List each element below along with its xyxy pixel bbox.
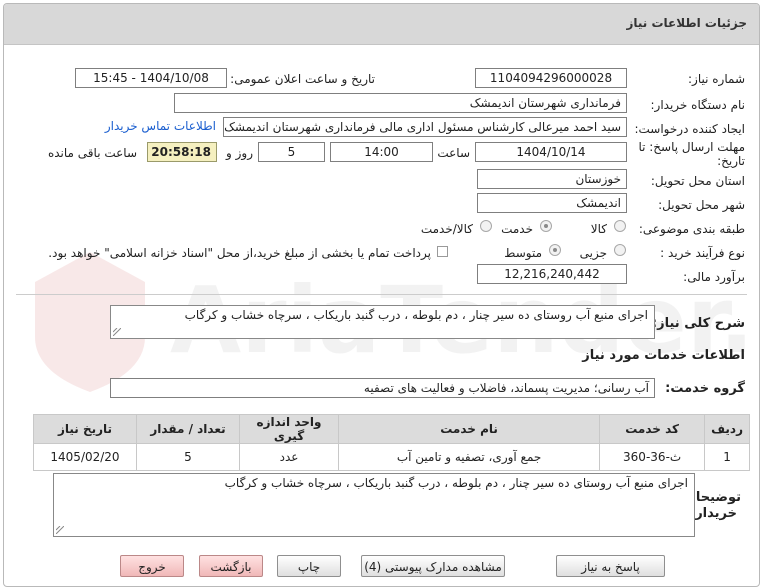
summary-textarea[interactable]: اجرای منبع آب روستای ده سیر چنار ، دم بل… xyxy=(110,305,655,339)
need-number-field: 1104094296000028 xyxy=(475,68,627,88)
announce-field: 1404/10/08 - 15:45 xyxy=(75,68,227,88)
deadline-time-field: 14:00 xyxy=(330,142,433,162)
buyer-org-label: نام دستگاه خریدار: xyxy=(650,98,746,112)
category-option-goods: کالا xyxy=(590,222,607,236)
summary-text: اجرای منبع آب روستای ده سیر چنار ، دم بل… xyxy=(184,308,648,322)
buyer-contact-link[interactable]: اطلاعات تماس خریدار xyxy=(105,119,216,133)
back-button[interactable]: بازگشت xyxy=(199,555,263,577)
buyer-notes-text: اجرای منبع آب روستای ده سیر چنار ، دم بل… xyxy=(224,476,688,490)
col-unit: واحد اندازه گیری xyxy=(239,414,339,444)
budget-field: 12,216,240,442 xyxy=(477,264,627,284)
divider xyxy=(16,294,747,295)
buyer-notes-textarea[interactable]: اجرای منبع آب روستای ده سیر چنار ، دم بل… xyxy=(53,473,695,537)
row-index: 1 xyxy=(704,443,750,471)
panel-title: جزئیات اطلاعات نیاز xyxy=(626,16,747,30)
category-option-service: خدمت xyxy=(501,222,533,236)
row-service-name: جمع آوری، تصفیه و تامین آب xyxy=(337,443,601,471)
exit-button[interactable]: خروج xyxy=(120,555,184,577)
buyer-notes-label-2: خریدار: xyxy=(690,506,737,521)
row-need-date: 1405/02/20 xyxy=(33,443,137,471)
col-need-date: تاریخ نیاز xyxy=(33,414,137,444)
creator-label: ایجاد کننده درخواست: xyxy=(634,122,745,136)
remaining-timer: 20:58:18 xyxy=(147,142,217,162)
city-label: شهر محل تحویل: xyxy=(658,198,745,212)
city-field: اندیمشک xyxy=(477,193,627,213)
print-button[interactable]: چاپ xyxy=(277,555,341,577)
deadline-date-label: تاریخ: xyxy=(717,154,745,168)
days-field: 5 xyxy=(258,142,325,162)
services-table: ردیف کد خدمت نام خدمت واحد اندازه گیری ت… xyxy=(33,414,750,471)
category-option-goods-service: کالا/خدمت xyxy=(420,222,473,236)
service-group-field: آب رسانی؛ مدیریت پسماند، فاضلاب و فعالیت… xyxy=(110,378,655,398)
process-option-medium: متوسط xyxy=(504,246,542,260)
creator-field: سید احمد میرعالی کارشناس مسئول اداری مال… xyxy=(223,117,627,137)
deadline-date-field: 1404/10/14 xyxy=(475,142,627,162)
buyer-org-field: فرمانداری شهرستان اندیمشک xyxy=(174,93,627,113)
deadline-time-label: ساعت xyxy=(437,146,470,160)
col-quantity: تعداد / مقدار xyxy=(136,414,240,444)
row-quantity: 5 xyxy=(136,443,240,471)
process-option-minor: جزیی xyxy=(579,246,607,260)
announce-label: تاریخ و ساعت اعلان عمومی: xyxy=(230,72,375,86)
row-unit: عدد xyxy=(239,443,339,471)
category-radio-service[interactable] xyxy=(540,220,552,232)
remaining-label: ساعت باقی مانده xyxy=(47,146,137,160)
province-label: استان محل تحویل: xyxy=(650,174,745,188)
service-group-label: گروه خدمت: xyxy=(665,381,745,396)
process-label: نوع فرآیند خرید : xyxy=(660,246,745,260)
table-header-row: ردیف کد خدمت نام خدمت واحد اندازه گیری ت… xyxy=(33,414,750,444)
category-radio-goods-service[interactable] xyxy=(480,220,492,232)
resize-grip-icon[interactable] xyxy=(56,526,64,534)
category-label: طبقه بندی موضوعی: xyxy=(638,222,745,236)
col-index: ردیف xyxy=(704,414,750,444)
panel-titlebar: جزئیات اطلاعات نیاز xyxy=(4,4,759,45)
services-header: اطلاعات خدمات مورد نیاز xyxy=(582,348,745,363)
details-panel: جزئیات اطلاعات نیاز AriaTender.net شماره… xyxy=(3,3,760,587)
col-service-code: کد خدمت xyxy=(599,414,706,444)
province-field: خوزستان xyxy=(477,169,627,189)
process-radio-minor[interactable] xyxy=(614,244,626,256)
col-service-name: نام خدمت xyxy=(337,414,601,444)
deadline-label: مهلت ارسال پاسخ: تا xyxy=(638,140,745,154)
table-row: 1 ث-36-360 جمع آوری، تصفیه و تامین آب عد… xyxy=(33,443,750,471)
view-attachments-button[interactable]: مشاهده مدارک پیوستی (4) xyxy=(361,555,505,577)
need-number-label: شماره نیاز: xyxy=(688,72,745,86)
category-radio-goods[interactable] xyxy=(614,220,626,232)
process-radio-medium[interactable] xyxy=(549,244,561,256)
payment-note: پرداخت تمام یا بخشی از مبلغ خرید،از محل … xyxy=(48,246,431,260)
budget-label: برآورد مالی: xyxy=(683,270,745,284)
days-label: روز و xyxy=(226,146,253,160)
resize-grip-icon[interactable] xyxy=(113,328,121,336)
reply-button[interactable]: پاسخ به نیاز xyxy=(556,555,665,577)
summary-label: شرح کلی نیاز: xyxy=(651,316,745,331)
treasury-checkbox[interactable] xyxy=(437,246,448,257)
row-service-code: ث-36-360 xyxy=(599,443,706,471)
